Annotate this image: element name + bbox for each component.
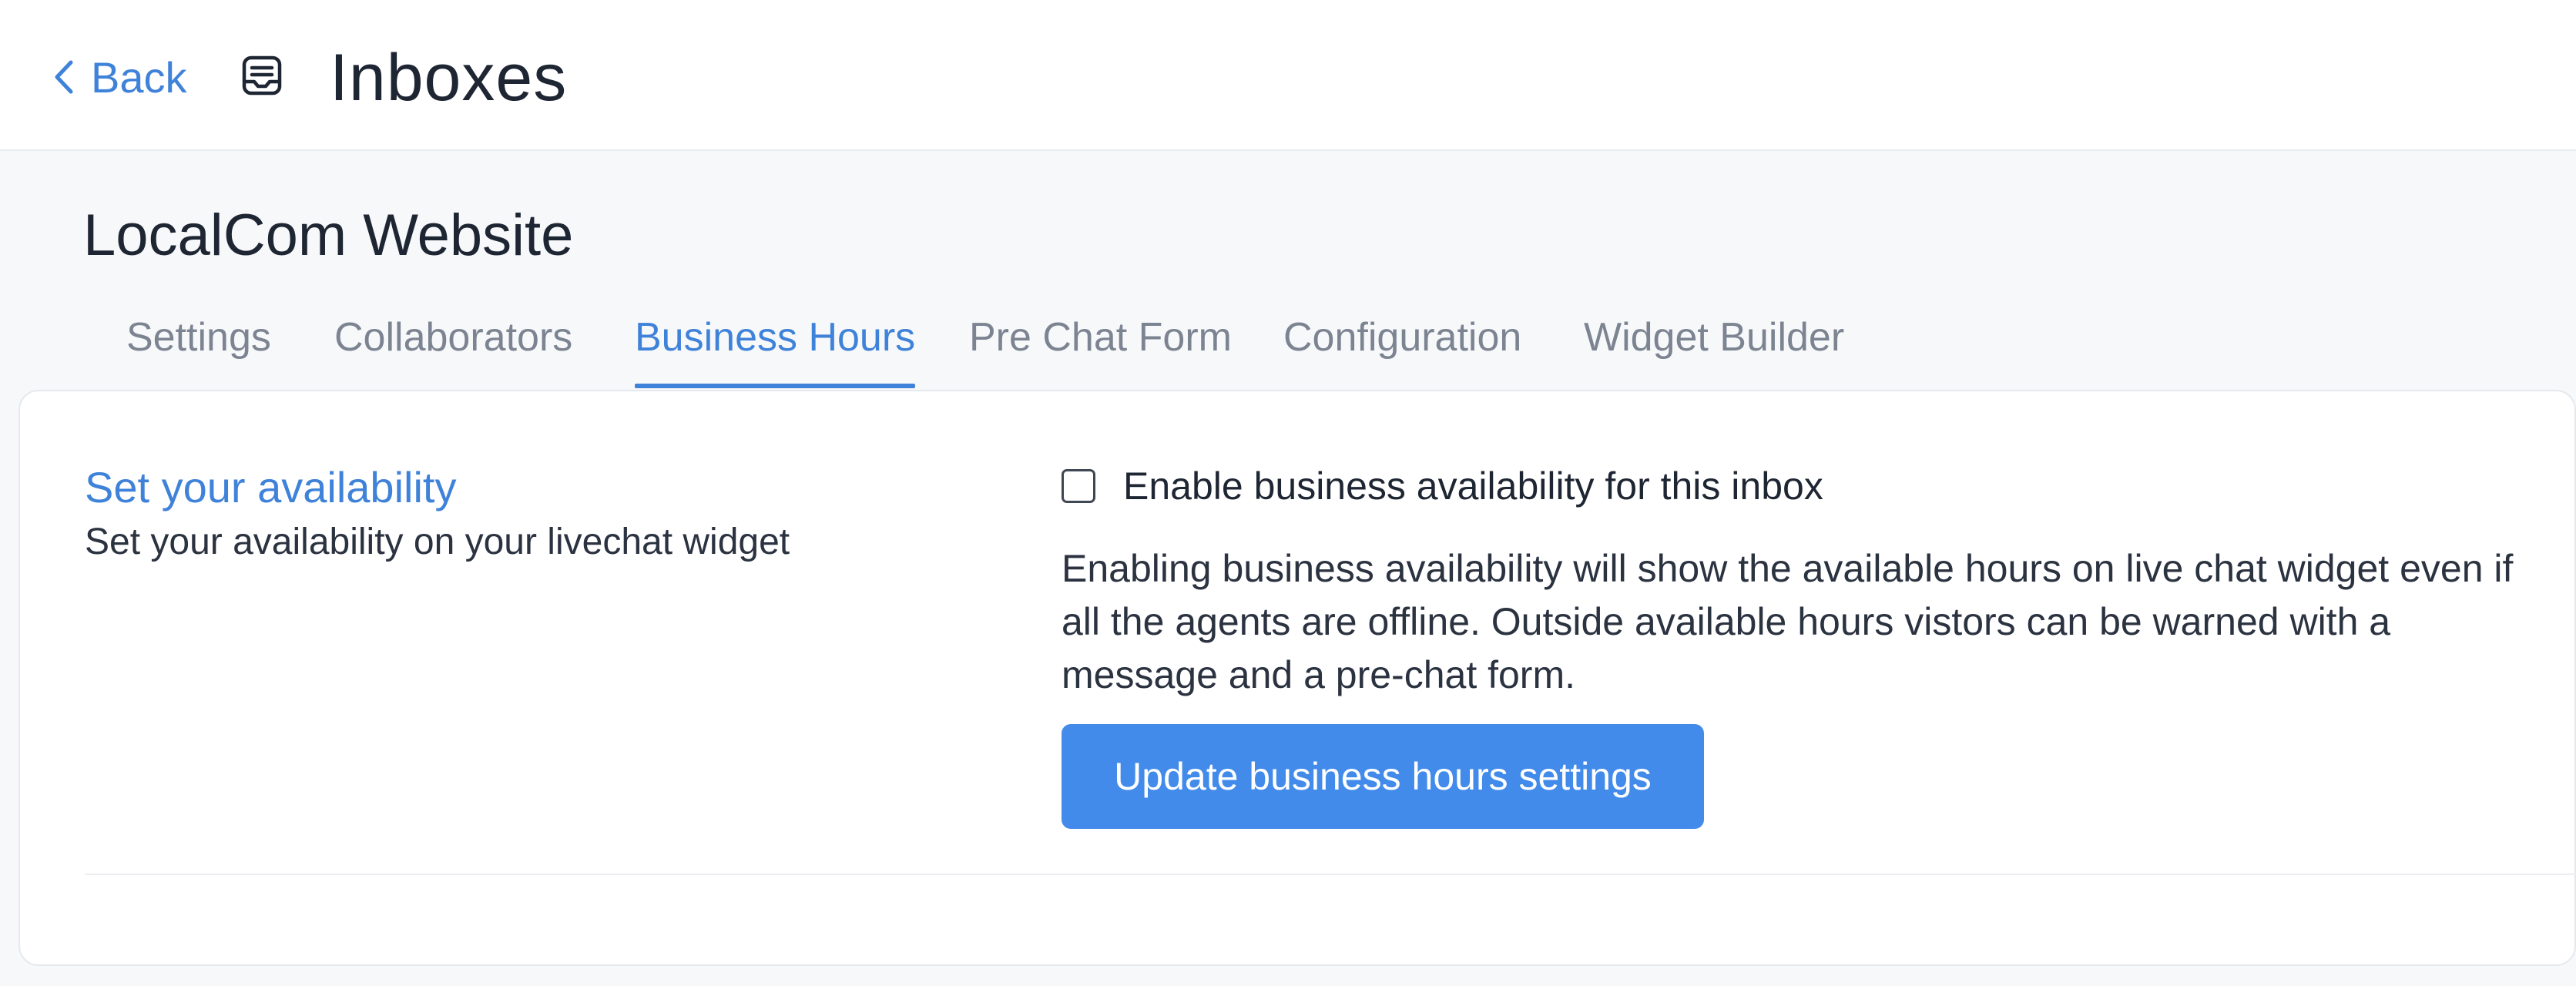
tab-configuration[interactable]: Configuration: [1283, 308, 1521, 388]
section-title: Set your availability: [85, 463, 457, 511]
enable-availability-label[interactable]: Enable business availability for this in…: [1123, 464, 1823, 508]
tab-widget-builder[interactable]: Widget Builder: [1584, 308, 1844, 388]
enable-availability-row: Enable business availability for this in…: [1062, 464, 1823, 508]
tab-business-hours[interactable]: Business Hours: [635, 308, 916, 388]
top-header: Back Inboxes: [0, 0, 2576, 151]
back-button[interactable]: Back: [51, 48, 187, 106]
inbox-name: LocalCom Website: [83, 203, 574, 268]
update-business-hours-button[interactable]: Update business hours settings: [1062, 724, 1704, 829]
page-title: Inboxes: [330, 41, 568, 115]
chevron-left-icon: [55, 60, 73, 94]
business-hours-card: Set your availability Set your availabil…: [18, 390, 2576, 966]
availability-help-text: Enabling business availability will show…: [1062, 547, 2514, 696]
enable-availability-checkbox[interactable]: [1062, 469, 1095, 503]
section-description: Set your availability on your livechat w…: [85, 522, 790, 562]
tab-pre-chat-form[interactable]: Pre Chat Form: [969, 308, 1232, 388]
back-label: Back: [91, 52, 187, 102]
tab-settings[interactable]: Settings: [126, 308, 271, 388]
tab-collaborators[interactable]: Collaborators: [334, 308, 572, 388]
inbox-icon: [242, 55, 282, 96]
divider: [85, 874, 2576, 875]
